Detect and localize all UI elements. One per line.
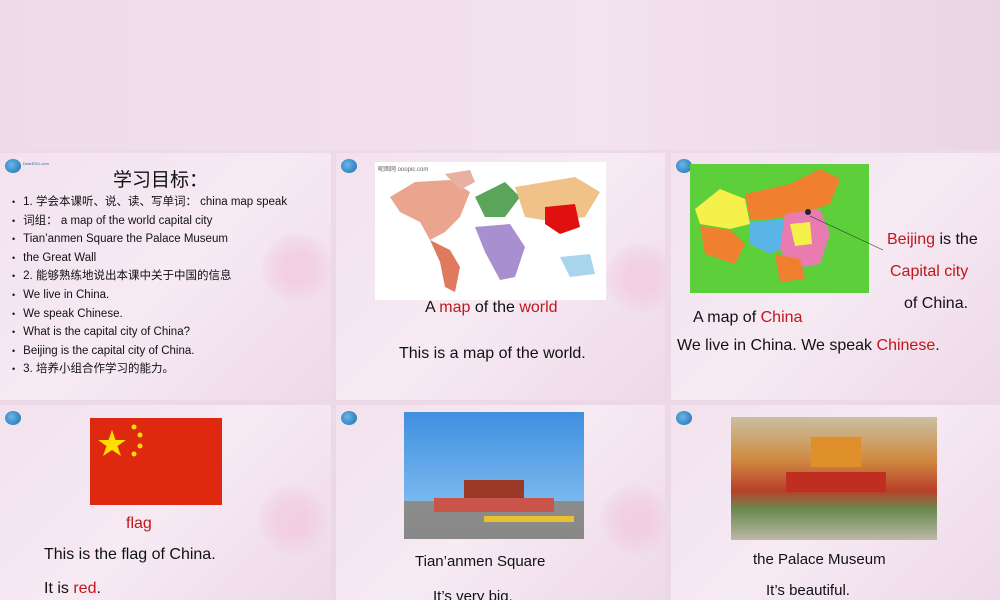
highlight-capital-city: Capital city: [890, 263, 969, 280]
photo-caption: the Palace Museum: [753, 551, 886, 568]
slide-tiananmen[interactable]: Tian’anmen Square It’s very big.: [336, 405, 665, 600]
map-caption: A map of China: [693, 309, 802, 327]
logo-icon: [5, 159, 21, 173]
photo-caption: Tian’anmen Square: [415, 553, 546, 570]
logo-icon: [341, 159, 357, 173]
heart-decoration: [601, 485, 665, 555]
palace-museum-photo: [731, 417, 937, 540]
logo-icon: [5, 411, 21, 425]
list-item: 3. 培养小组合作学习的能力。: [12, 360, 287, 379]
list-item: Tian’anmen Square the Palace Museum: [12, 230, 287, 249]
logo-text: DearEDU.com: [23, 161, 49, 166]
highlight-china: China: [760, 309, 803, 326]
heart-decoration: [258, 485, 328, 555]
caption-highlight-world: world: [519, 299, 558, 316]
sentence: It’s beautiful.: [766, 582, 850, 599]
caption-word: of the: [474, 299, 515, 316]
watermark-text: 昵图网 ooopic.com: [378, 167, 429, 173]
list-item: We live in China.: [12, 286, 287, 305]
sentence: It’s very big.: [433, 588, 513, 600]
list-item: We speak Chinese.: [12, 305, 287, 324]
china-flag-image: [90, 418, 222, 505]
map-caption: A map of the world: [425, 299, 558, 317]
slide-world-map[interactable]: 昵图网 ooopic.com A map of the world This i…: [336, 153, 665, 400]
beijing-line: Beijing is the: [887, 231, 978, 249]
list-item: Beijing is the capital city of China.: [12, 342, 287, 361]
highlight-beijing: Beijing: [887, 231, 936, 248]
flag-label: flag: [126, 515, 152, 532]
list-item: 词组： a map of the world capital city: [12, 212, 287, 231]
sentence: This is the flag of China.: [44, 546, 216, 563]
list-item: 1. 学会本课听、说、读、写单词： china map speak: [12, 193, 287, 212]
text: is the: [939, 231, 978, 248]
heart-decoration: [606, 243, 665, 313]
list-item: 2. 能够熟练地说出本课中关于中国的信息: [12, 267, 287, 286]
highlight-chinese: Chinese: [876, 337, 936, 354]
objectives-list: 1. 学会本课听、说、读、写单词： china map speak 词组： a …: [12, 193, 287, 379]
sentence: This is a map of the world.: [399, 345, 586, 362]
caption-highlight-map: map: [439, 299, 471, 316]
list-item: What is the capital city of China?: [12, 323, 287, 342]
list-item: the Great Wall: [12, 249, 287, 268]
caption-word: A: [425, 299, 435, 316]
blank-header-area: [0, 0, 1000, 150]
slide-flag[interactable]: flag This is the flag of China. It is re…: [0, 405, 331, 600]
text: .: [935, 337, 940, 354]
text: A map of: [693, 309, 757, 326]
sentence-color: It is red.: [44, 580, 101, 598]
text: We live in China. We speak: [677, 337, 873, 354]
world-map-image: [375, 162, 606, 300]
text: of China.: [904, 295, 969, 312]
slide-palace-museum[interactable]: the Palace Museum It’s beautiful.: [671, 405, 1000, 600]
highlight-red: red: [73, 580, 97, 597]
slide-learning-objectives[interactable]: DearEDU.com 学习目标： 1. 学会本课听、说、读、写单词： chin…: [0, 153, 331, 400]
logo-icon: [676, 411, 692, 425]
tiananmen-photo: [404, 412, 584, 539]
slide-china-map[interactable]: Beijing is the Capital city of China. A …: [671, 153, 1000, 400]
sentence: We live in China. We speak Chinese.: [677, 337, 940, 355]
text: .: [96, 580, 101, 597]
logo-icon: [341, 411, 357, 425]
slide-title: 学习目标：: [113, 169, 209, 191]
text: It is: [44, 580, 69, 597]
